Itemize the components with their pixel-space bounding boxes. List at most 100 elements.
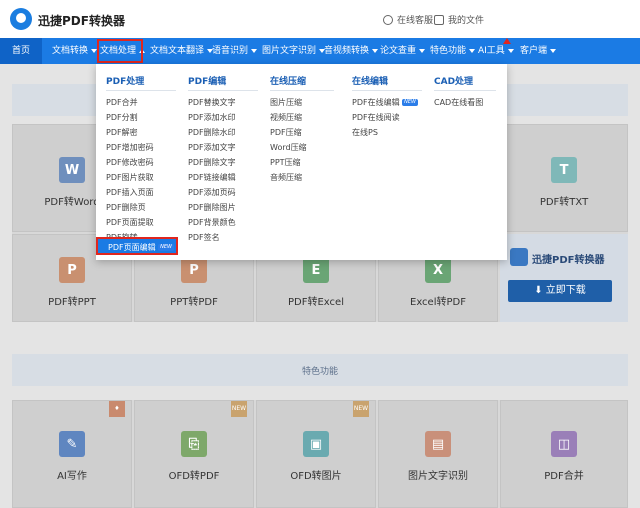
nav-thesis-label: 论文查重 xyxy=(380,46,417,56)
feature-card-ofd-to-pdf[interactable]: NEW ⎘ OFD转PDF xyxy=(134,400,254,508)
headset-icon xyxy=(383,14,393,25)
tool-card-pdf-to-txt[interactable]: T PDF转TXT xyxy=(500,124,628,232)
brand-logo-icon[interactable] xyxy=(10,8,32,30)
card-label: OFD转PDF xyxy=(168,471,220,482)
features-title: 特色功能 xyxy=(301,367,338,377)
feature-card-ai-writing[interactable]: ♦ ✎ AI写作 xyxy=(12,400,132,508)
ocr-icon: ▤ xyxy=(425,431,451,457)
menu-item[interactable]: 音频压缩 xyxy=(270,170,334,185)
menu-item[interactable]: PDF页面提取 xyxy=(106,215,176,230)
card-label: PDF转Excel xyxy=(288,297,344,308)
menu-item[interactable]: PDF分割 xyxy=(106,110,176,125)
menu-item[interactable]: PDF解密 xyxy=(106,125,176,140)
nav-media[interactable]: 音视频转换 xyxy=(324,38,379,64)
menu-item[interactable]: PDF替换文字 xyxy=(188,95,258,110)
menu-item-pdf-online-edit[interactable]: PDF在线编辑 NEW xyxy=(352,95,422,110)
dropdown-col-compress: 在线压缩 图片压缩 视频压缩 PDF压缩 Word压缩 PPT压缩 音频压缩 xyxy=(270,74,334,185)
menu-item[interactable]: PDF压缩 xyxy=(270,125,334,140)
menu-item[interactable]: PDF删除页 xyxy=(106,200,176,215)
menu-item[interactable]: PDF删除文字 xyxy=(188,155,258,170)
app-logo-icon xyxy=(510,248,528,266)
menu-item[interactable]: 视频压缩 xyxy=(270,110,334,125)
nav-features[interactable]: 特色功能 xyxy=(430,38,476,64)
col-title: CAD处理 xyxy=(434,74,496,91)
menu-item[interactable]: PDF在线阅读 xyxy=(352,110,422,125)
nav-doc-process[interactable]: 文档处理 xyxy=(96,38,146,64)
new-corner-badge: NEW xyxy=(353,401,369,417)
nav-translate[interactable]: 文档文本翻译 xyxy=(150,38,214,64)
online-service-link[interactable]: 在线客服 xyxy=(383,13,433,26)
image-icon: ▣ xyxy=(303,431,329,457)
menu-item[interactable]: 图片压缩 xyxy=(270,95,334,110)
menu-item[interactable]: PDF删除水印 xyxy=(188,125,258,140)
online-service-label: 在线客服 xyxy=(397,16,434,26)
nav-features-label: 特色功能 xyxy=(430,46,467,56)
download-icon: ⬇ xyxy=(534,285,546,296)
dropdown-col-online-edit: 在线编辑 PDF在线编辑 NEW PDF在线阅读 在线PS xyxy=(352,74,422,140)
nav-ocr-label: 图片文字识别 xyxy=(262,46,317,56)
nav-translate-label: 文档文本翻译 xyxy=(150,46,205,56)
dropdown-col-pdf-edit: PDF编辑 PDF替换文字 PDF添加水印 PDF删除水印 PDF添加文字 PD… xyxy=(188,74,258,245)
my-files-label: 我的文件 xyxy=(448,16,485,26)
menu-item[interactable]: Word压缩 xyxy=(270,140,334,155)
file-icon xyxy=(434,14,444,25)
menu-item[interactable]: PDF增加密码 xyxy=(106,140,176,155)
new-corner-badge: NEW xyxy=(231,401,247,417)
nav-home[interactable]: 首页 xyxy=(0,38,42,64)
menu-item[interactable]: CAD在线看图 xyxy=(434,95,496,110)
hot-corner-icon: ♦ xyxy=(109,401,125,417)
menu-item[interactable]: PDF图片获取 xyxy=(106,170,176,185)
excel-icon: E xyxy=(303,257,329,283)
doc-process-dropdown: PDF处理 PDF合并 PDF分割 PDF解密 PDF增加密码 PDF修改密码 … xyxy=(96,64,507,260)
card-label: Excel转PDF xyxy=(410,297,466,308)
feature-card-pdf-merge[interactable]: ◫ PDF合并 xyxy=(500,400,628,508)
feature-card-ofd-to-image[interactable]: NEW ▣ OFD转图片 xyxy=(256,400,376,508)
download-panel: 迅捷PDF转换器 ⬇ 立即下载 xyxy=(500,234,628,322)
chevron-down-icon xyxy=(469,48,476,53)
menu-item[interactable]: PDF删除图片 xyxy=(188,200,258,215)
my-files-link[interactable]: 我的文件 xyxy=(434,13,484,26)
menu-item[interactable]: PDF添加水印 xyxy=(188,110,258,125)
card-label: PDF转TXT xyxy=(539,197,589,208)
features-header-bar: 特色功能 xyxy=(12,354,628,386)
feature-card-ocr[interactable]: ▤ 图片文字识别 xyxy=(378,400,498,508)
chevron-down-icon xyxy=(550,48,557,53)
menu-item[interactable]: PDF链接编辑 xyxy=(188,170,258,185)
menu-item[interactable]: PDF修改密码 xyxy=(106,155,176,170)
chevron-down-icon xyxy=(251,48,258,53)
txt-icon: T xyxy=(551,157,577,183)
nav-media-label: 音视频转换 xyxy=(324,46,370,56)
menu-item[interactable]: PPT压缩 xyxy=(270,155,334,170)
nav-home-label: 首页 xyxy=(11,46,30,56)
menu-item[interactable]: PDF合并 xyxy=(106,95,176,110)
download-button[interactable]: ⬇ 立即下载 xyxy=(508,280,612,302)
brand-name[interactable]: 迅捷PDF转换器 xyxy=(38,12,125,29)
col-title: PDF编辑 xyxy=(188,74,258,91)
menu-item[interactable]: PDF背景颜色 xyxy=(188,215,258,230)
col-title: 在线编辑 xyxy=(352,74,422,91)
nav-client[interactable]: 客户端 xyxy=(520,38,557,64)
ofd-icon: ⎘ xyxy=(181,431,207,457)
nav-speech[interactable]: 语音识别 xyxy=(212,38,258,64)
nav-client-label: 客户端 xyxy=(520,46,548,56)
menu-item[interactable]: 在线PS xyxy=(352,125,422,140)
nav-speech-label: 语音识别 xyxy=(212,46,249,56)
menu-item[interactable]: PDF插入页面 xyxy=(106,185,176,200)
chevron-up-icon xyxy=(139,48,146,53)
card-label: PDF转PPT xyxy=(48,297,96,308)
card-label: PDF合并 xyxy=(544,471,584,482)
menu-item[interactable]: PDF添加页码 xyxy=(188,185,258,200)
chevron-down-icon xyxy=(507,48,514,53)
new-tag: NEW xyxy=(158,244,174,251)
menu-item-pdf-page-edit[interactable]: PDF页面编辑 NEW xyxy=(96,237,178,255)
nav-doc-convert[interactable]: 文档转换 xyxy=(52,38,98,64)
chevron-down-icon xyxy=(419,48,426,53)
menu-item[interactable]: PDF签名 xyxy=(188,230,258,245)
card-label: 图片文字识别 xyxy=(408,471,468,482)
nav-ocr[interactable]: 图片文字识别 xyxy=(262,38,326,64)
top-header: 迅捷PDF转换器 在线客服 我的文件 xyxy=(0,0,640,38)
nav-thesis[interactable]: 论文查重 xyxy=(380,38,426,64)
excel-to-pdf-icon: X xyxy=(425,257,451,283)
ppt-to-pdf-icon: P xyxy=(181,257,207,283)
menu-item[interactable]: PDF添加文字 xyxy=(188,140,258,155)
